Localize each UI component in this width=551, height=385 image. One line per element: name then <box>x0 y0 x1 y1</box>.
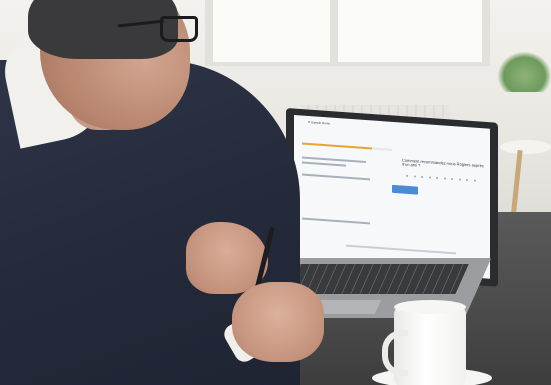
glasses <box>160 16 198 42</box>
plant <box>498 52 551 92</box>
side-table-top <box>500 140 551 154</box>
form-line <box>302 217 370 225</box>
rating-dot[interactable] <box>428 176 431 179</box>
rating-scale[interactable] <box>406 174 476 184</box>
rating-dot[interactable] <box>443 177 446 180</box>
photo-scene: Π Sample Home Comment recommandez-vous R… <box>0 0 551 385</box>
rating-dot[interactable] <box>458 178 461 181</box>
mug-rim <box>394 300 466 314</box>
survey-question: Comment recommandez-vous Rogiers auprès … <box>402 157 484 169</box>
screen-brand: Π Sample Home <box>308 119 331 126</box>
rating-dot[interactable] <box>413 175 416 178</box>
window-mullion <box>330 0 338 70</box>
form-line <box>302 161 346 167</box>
person-hair <box>28 0 178 59</box>
progress-fill <box>302 142 373 150</box>
rating-dot[interactable] <box>473 179 476 182</box>
submit-button[interactable] <box>392 184 418 195</box>
screen-footer <box>346 244 456 255</box>
laptop-touchpad <box>314 300 382 314</box>
rating-dot[interactable] <box>421 175 424 179</box>
right-hand <box>232 282 324 362</box>
form-line <box>302 173 370 181</box>
window <box>205 0 490 70</box>
laptop-screen: Π Sample Home Comment recommandez-vous R… <box>294 115 490 279</box>
rating-dot[interactable] <box>451 177 454 181</box>
rating-dot[interactable] <box>436 176 439 180</box>
rating-dot[interactable] <box>466 179 469 182</box>
rating-dot[interactable] <box>406 174 408 177</box>
mug-handle <box>382 330 408 376</box>
